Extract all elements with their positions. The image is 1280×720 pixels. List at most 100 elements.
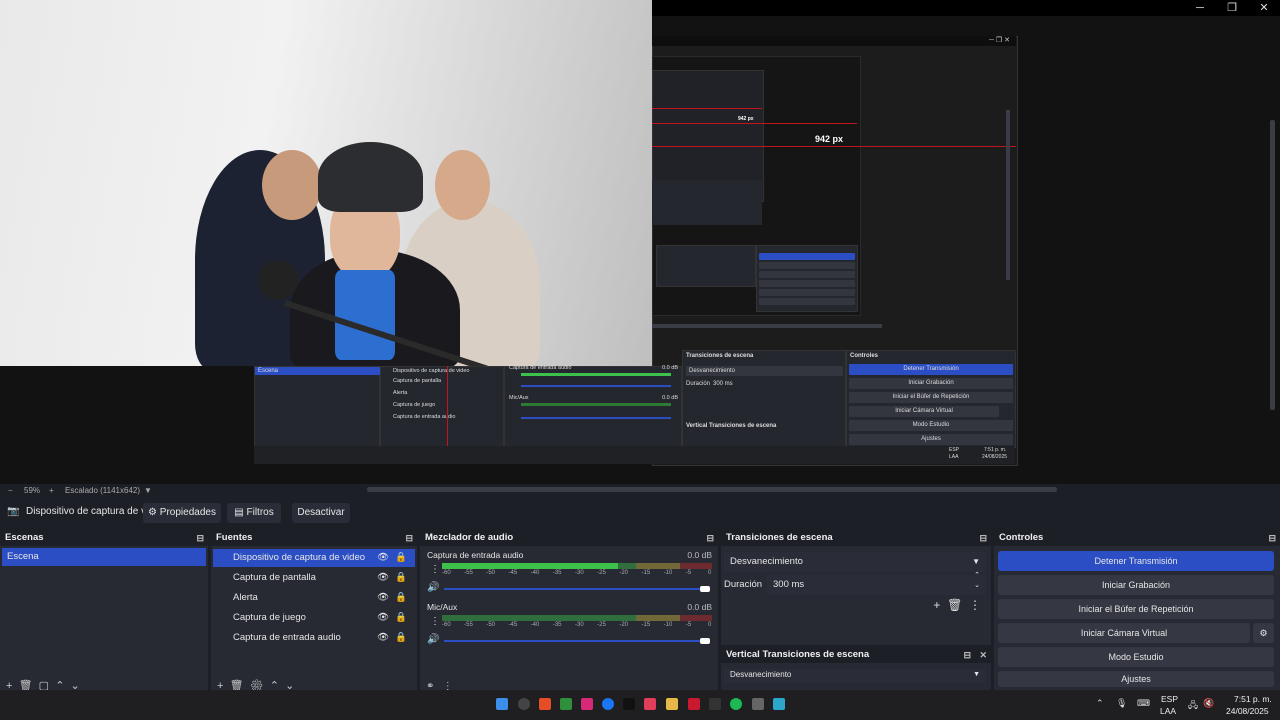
chevron-up-icon[interactable]: ⌃	[1096, 698, 1104, 709]
scale-label: Escalado (1141x642)	[65, 486, 141, 495]
filters-button[interactable]: ▤ Filtros	[227, 503, 281, 523]
mute-icon[interactable]: 🔇	[1203, 698, 1214, 709]
settings-button[interactable]: Ajustes	[998, 671, 1274, 687]
spotify-icon[interactable]	[730, 698, 742, 710]
tiktok-icon[interactable]	[623, 698, 635, 710]
stop-stream-button[interactable]: Detener Transmisión	[998, 551, 1274, 571]
restore-icon[interactable]: ❐	[1216, 0, 1248, 16]
eye-icon[interactable]: 👁	[377, 549, 389, 567]
scale-dropdown-icon[interactable]: ▼	[144, 486, 152, 495]
eye-icon[interactable]: 👁	[377, 629, 389, 647]
start-virtual-camera-button[interactable]: Iniciar Cámara Virtual	[998, 623, 1250, 643]
obs-icon[interactable]	[518, 698, 530, 710]
speaker-icon[interactable]: 🔊	[427, 582, 439, 593]
lock-icon[interactable]: 🔒	[395, 549, 407, 567]
virtual-camera-settings-button[interactable]: ⚙	[1253, 623, 1274, 643]
start-icon[interactable]	[496, 698, 508, 710]
meter-tick-label: -30	[575, 570, 584, 576]
meter-segment	[636, 615, 680, 621]
meter-tick-label: -60	[442, 622, 451, 628]
meter-tick-label: -60	[442, 570, 451, 576]
source-item[interactable]: Captura de pantalla 👁 🔒	[213, 569, 415, 587]
source-item[interactable]: Alerta 👁 🔒	[213, 589, 415, 607]
bucket-hat	[318, 142, 423, 212]
spinner-icon[interactable]: ⌃ ⌄	[974, 571, 980, 591]
camera-app-icon[interactable]	[752, 698, 764, 710]
zoom-in-button[interactable]: +	[49, 486, 54, 495]
dock-menu-icon[interactable]: ⊟	[196, 530, 204, 546]
meter-tick-label: -40	[530, 570, 540, 576]
mic-icon[interactable]: 🎙	[1116, 698, 1127, 709]
brave-icon[interactable]	[539, 698, 551, 710]
lock-icon[interactable]: 🔒	[395, 609, 407, 627]
properties-button[interactable]: ⚙ Propiedades	[143, 503, 221, 523]
clock-date[interactable]: 24/08/2025	[1226, 706, 1269, 716]
capcut-icon[interactable]	[709, 698, 721, 710]
meter-tick-label: -45	[508, 622, 518, 628]
transition-toolbar: + 🗑 ⋮	[933, 598, 981, 612]
deactivate-button[interactable]: Desactivar	[292, 503, 350, 523]
app-icon[interactable]	[560, 698, 572, 710]
source-item[interactable]: Dispositivo de captura de video 👁 🔒	[213, 549, 415, 567]
dock-menu-icon[interactable]: ⊟	[979, 530, 987, 546]
trash-icon[interactable]: 🗑	[947, 598, 962, 612]
folder-icon[interactable]	[666, 698, 678, 710]
context-bar: 📷 Dispositivo de captura de v ⚙ Propieda…	[0, 500, 1280, 526]
nested-scroll-h	[652, 324, 882, 328]
lock-icon[interactable]: 🔒	[395, 629, 407, 647]
dock-menu-icon[interactable]: ⊟	[1268, 530, 1276, 546]
meter-tick-label: -15	[641, 570, 651, 576]
nested-titlebar: ─ ❐ ✕	[652, 36, 1016, 46]
duration-input[interactable]: 300 ms ⌃ ⌄	[767, 572, 986, 595]
vertical-transition-select[interactable]: Desvanecimiento ▼	[724, 669, 986, 683]
minimize-icon[interactable]: ─	[1184, 0, 1216, 16]
volume-slider-knob[interactable]	[700, 638, 710, 644]
kebab-icon[interactable]: ⋮	[430, 616, 440, 627]
close-icon[interactable]: ✕	[979, 647, 987, 663]
source-item[interactable]: Captura de juego 👁 🔒	[213, 609, 415, 627]
facebook-icon[interactable]	[602, 698, 614, 710]
eye-icon[interactable]: 👁	[377, 569, 389, 587]
add-icon[interactable]: +	[933, 598, 940, 612]
source-item[interactable]: Captura de entrada audio 👁 🔒	[213, 629, 415, 647]
tiktok-studio-icon[interactable]	[644, 698, 656, 710]
preview-scrollbar-h[interactable]	[367, 487, 1057, 492]
volume-slider[interactable]	[444, 640, 706, 642]
kebab-icon[interactable]: ⋮	[969, 598, 981, 612]
dock-menu-icon[interactable]: ⊟	[405, 530, 413, 546]
dock-menu-icon[interactable]: ⊟	[706, 530, 714, 546]
network-icon[interactable]: 🖧	[1188, 698, 1198, 714]
meter-tick-label: -40	[530, 622, 540, 628]
measure-line-3	[652, 108, 762, 109]
start-recording-button[interactable]: Iniciar Grabación	[998, 575, 1274, 595]
close-icon[interactable]: ✕	[1248, 0, 1280, 16]
clock-time[interactable]: 7:51 p. m.	[1234, 694, 1272, 704]
transition-select[interactable]: Desvanecimiento ▼	[724, 552, 986, 572]
nested-taskbar: ESP LAA 7:51 p. m. 24/08/2025	[254, 446, 1014, 464]
eye-icon[interactable]: 👁	[377, 589, 389, 607]
start-replay-buffer-button[interactable]: Iniciar el Búfer de Repetición	[998, 599, 1274, 619]
instagram-icon[interactable]	[581, 698, 593, 710]
dock-menu-icon[interactable]: ⊟	[963, 647, 971, 663]
mixer-title: Mezclador de audio ⊟	[420, 530, 718, 546]
preview-scrollbar-v[interactable]	[1270, 120, 1275, 410]
lock-icon[interactable]: 🔒	[395, 589, 407, 607]
meter-tick-label: -5	[685, 570, 692, 576]
studio-mode-button[interactable]: Modo Estudio	[998, 647, 1274, 667]
meter-ticks: -60 -55 -50 -45 -40 -35 -30 -25 -20 -15 -10 -5 0	[442, 622, 712, 630]
meter-tick-label: -10	[663, 570, 673, 576]
volume-slider[interactable]	[444, 588, 706, 590]
meter-segment	[679, 615, 712, 621]
scene-item[interactable]: Escena	[2, 548, 206, 566]
language-indicator[interactable]: ESP	[1161, 694, 1178, 704]
eye-icon[interactable]: 👁	[377, 609, 389, 627]
keyboard-icon[interactable]: ⌨	[1137, 698, 1150, 709]
app-icon-red[interactable]	[688, 698, 700, 710]
volume-slider-knob[interactable]	[700, 586, 710, 592]
lock-icon[interactable]: 🔒	[395, 569, 407, 587]
kebab-icon[interactable]: ⋮	[430, 564, 440, 575]
speaker-icon[interactable]: 🔊	[427, 634, 439, 645]
meter-tick-label: -10	[663, 622, 673, 628]
zoom-out-button[interactable]: −	[8, 486, 13, 495]
app-icon-blue[interactable]	[773, 698, 785, 710]
